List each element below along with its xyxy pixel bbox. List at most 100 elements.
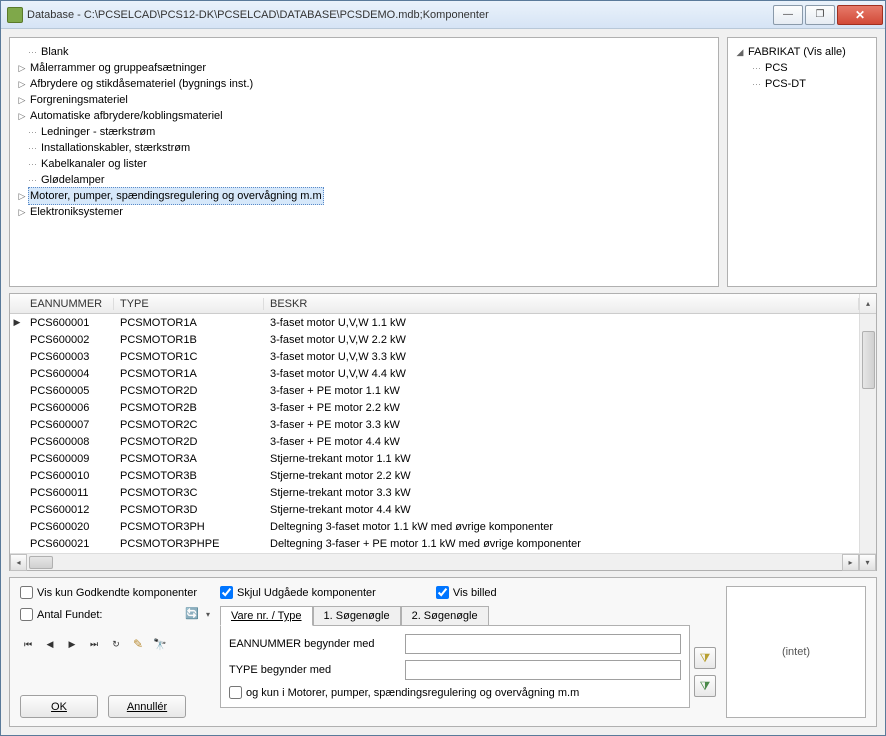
tree-item[interactable]: ⋯Blank (16, 44, 712, 60)
scroll-left-arrow[interactable]: ◂ (10, 554, 27, 571)
tree-label[interactable]: Målerrammer og gruppeafsætninger (28, 60, 208, 76)
tree-item[interactable]: ▷Elektroniksystemer (16, 204, 712, 220)
filter-button-1[interactable]: ⧩ (694, 647, 716, 669)
scroll-thumb-h[interactable] (29, 556, 53, 569)
table-row[interactable]: PCS600021PCSMOTOR3PHPEDeltegning 3-faser… (10, 535, 876, 552)
tree-label[interactable]: Elektroniksystemer (28, 204, 125, 220)
minimize-button[interactable]: — (773, 5, 803, 25)
maximize-button[interactable]: ❐ (805, 5, 835, 25)
binoculars-icon[interactable]: 🔭 (152, 636, 168, 652)
horizontal-scrollbar[interactable]: ◂ ▸ ▾ (10, 553, 876, 570)
scroll-thumb[interactable] (862, 331, 875, 389)
collapse-icon[interactable]: ◢ (734, 44, 746, 60)
table-row[interactable]: PCS600020PCSMOTOR3PHDeltegning 3-faset m… (10, 518, 876, 535)
nav-next-button[interactable]: ▶ (64, 636, 80, 652)
tree-item[interactable]: ⋯Glødelamper (16, 172, 712, 188)
scroll-up-arrow[interactable]: ▴ (859, 294, 876, 313)
table-row[interactable]: PCS600009PCSMOTOR3AStjerne-trekant motor… (10, 450, 876, 467)
tree-item[interactable]: ⋯Kabelkanaler og lister (16, 156, 712, 172)
cell-beskr: 3-faset motor U,V,W 4.4 kW (264, 368, 876, 380)
filter-button-2[interactable]: ⧩ (694, 675, 716, 697)
table-row[interactable]: PCS600010PCSMOTOR3BStjerne-trekant motor… (10, 467, 876, 484)
ok-button[interactable]: OK (20, 695, 98, 718)
skjul-udgaede-checkbox[interactable] (220, 586, 233, 599)
fabrikat-tree[interactable]: ◢ FABRIKAT (Vis alle) ⋯PCS⋯PCS-DT (727, 37, 877, 287)
tree-item[interactable]: ▷Automatiske afbrydere/koblingsmateriel (16, 108, 712, 124)
expand-icon[interactable]: ▷ (16, 76, 28, 92)
nav-prev-button[interactable]: ◀ (42, 636, 58, 652)
tab-sogenøgle-2[interactable]: 2. Søgenøgle (401, 606, 489, 626)
fabrikat-label[interactable]: PCS-DT (763, 76, 808, 92)
tree-label[interactable]: Glødelamper (39, 172, 107, 188)
tab-varenr[interactable]: Vare nr. / Type (220, 606, 313, 626)
tree-label[interactable]: Automatiske afbrydere/koblingsmateriel (28, 108, 225, 124)
cell-type: PCSMOTOR3PHPE (114, 538, 264, 550)
table-row[interactable]: PCS600005PCSMOTOR2D3-faser + PE motor 1.… (10, 382, 876, 399)
vertical-scrollbar[interactable] (859, 314, 876, 553)
table-row[interactable]: PCS600003PCSMOTOR1C3-faset motor U,V,W 3… (10, 348, 876, 365)
tab-sogenøgle-1[interactable]: 1. Søgenøgle (313, 606, 401, 626)
fabrikat-item[interactable]: ⋯PCS (752, 60, 870, 76)
category-tree[interactable]: ⋯Blank▷Målerrammer og gruppeafsætninger▷… (9, 37, 719, 287)
fabrikat-label[interactable]: PCS (763, 60, 790, 76)
scroll-right-arrow[interactable]: ▸ (842, 554, 859, 571)
cell-type: PCSMOTOR2D (114, 436, 264, 448)
titlebar[interactable]: Database - C:\PCSELCAD\PCS12-DK\PCSELCAD… (1, 1, 885, 29)
cell-ean: PCS600008 (24, 436, 114, 448)
table-row[interactable]: PCS600012PCSMOTOR3DStjerne-trekant motor… (10, 501, 876, 518)
tree-item[interactable]: ▷Afbrydere og stikdåsemateriel (bygnings… (16, 76, 712, 92)
table-row[interactable]: PCS600011PCSMOTOR3CStjerne-trekant motor… (10, 484, 876, 501)
table-row[interactable]: PCS600004PCSMOTOR1A3-faset motor U,V,W 4… (10, 365, 876, 382)
dropdown-icon[interactable]: ▾ (206, 610, 210, 619)
expand-icon[interactable]: ▷ (16, 204, 28, 220)
expand-icon[interactable]: ▷ (16, 92, 28, 108)
ean-search-input[interactable] (405, 634, 681, 654)
refresh-icon[interactable]: 🔄 (185, 607, 200, 622)
tree-item[interactable]: ▷Målerrammer og gruppeafsætninger (16, 60, 712, 76)
vis-billed-checkbox[interactable] (436, 586, 449, 599)
expand-icon[interactable]: ▷ (16, 188, 28, 204)
cell-ean: PCS600005 (24, 385, 114, 397)
col-header-ean[interactable]: EANNUMMER (24, 298, 114, 310)
table-row[interactable]: PCS600007PCSMOTOR2C3-faser + PE motor 3.… (10, 416, 876, 433)
table-row[interactable]: ▶PCS600001PCSMOTOR1A3-faset motor U,V,W … (10, 314, 876, 331)
tree-item[interactable]: ⋯Ledninger - stærkstrøm (16, 124, 712, 140)
cell-ean: PCS600002 (24, 334, 114, 346)
scroll-down-arrow[interactable]: ▾ (859, 554, 876, 571)
nav-last-button[interactable]: ⏭ (86, 636, 102, 652)
tree-label[interactable]: Afbrydere og stikdåsemateriel (bygnings … (28, 76, 255, 92)
cancel-button[interactable]: Annullér (108, 695, 186, 718)
og-kun-i-checkbox[interactable] (229, 686, 242, 699)
fabrikat-root[interactable]: FABRIKAT (Vis alle) (746, 44, 848, 60)
nav-refresh-button[interactable]: ↻ (108, 636, 124, 652)
components-grid[interactable]: EANNUMMER TYPE BESKR ▴ ▶PCS600001PCSMOTO… (9, 293, 877, 571)
cell-beskr: 3-faset motor U,V,W 1.1 kW (264, 317, 876, 329)
table-row[interactable]: PCS600008PCSMOTOR2D3-faser + PE motor 4.… (10, 433, 876, 450)
table-row[interactable]: PCS600002PCSMOTOR1B3-faset motor U,V,W 2… (10, 331, 876, 348)
close-button[interactable]: ✕ (837, 5, 883, 25)
col-header-beskr[interactable]: BESKR (264, 298, 859, 310)
fabrikat-item[interactable]: ⋯PCS-DT (752, 76, 870, 92)
edit-icon[interactable]: ✎ (130, 636, 146, 652)
tree-label[interactable]: Blank (39, 44, 71, 60)
cell-ean: PCS600007 (24, 419, 114, 431)
tree-label[interactable]: Forgreningsmateriel (28, 92, 130, 108)
tree-label[interactable]: Motorer, pumper, spændingsregulering og … (28, 187, 324, 205)
table-row[interactable]: PCS600006PCSMOTOR2B3-faser + PE motor 2.… (10, 399, 876, 416)
vis-billed-label: Vis billed (453, 587, 497, 599)
vis-kun-godkendte-checkbox[interactable] (20, 586, 33, 599)
nav-first-button[interactable]: ⏮ (20, 636, 36, 652)
tree-label[interactable]: Installationskabler, stærkstrøm (39, 140, 192, 156)
antal-fundet-checkbox[interactable] (20, 608, 33, 621)
type-search-input[interactable] (405, 660, 681, 680)
cell-type: PCSMOTOR1B (114, 334, 264, 346)
tree-label[interactable]: Ledninger - stærkstrøm (39, 124, 157, 140)
tree-item[interactable]: ▷Forgreningsmateriel (16, 92, 712, 108)
expand-icon[interactable]: ▷ (16, 60, 28, 76)
tree-item[interactable]: ⋯Installationskabler, stærkstrøm (16, 140, 712, 156)
col-header-type[interactable]: TYPE (114, 298, 264, 310)
tree-item[interactable]: ▷Motorer, pumper, spændingsregulering og… (16, 188, 712, 204)
tree-label[interactable]: Kabelkanaler og lister (39, 156, 149, 172)
expand-icon[interactable]: ▷ (16, 108, 28, 124)
database-window: Database - C:\PCSELCAD\PCS12-DK\PCSELCAD… (0, 0, 886, 736)
